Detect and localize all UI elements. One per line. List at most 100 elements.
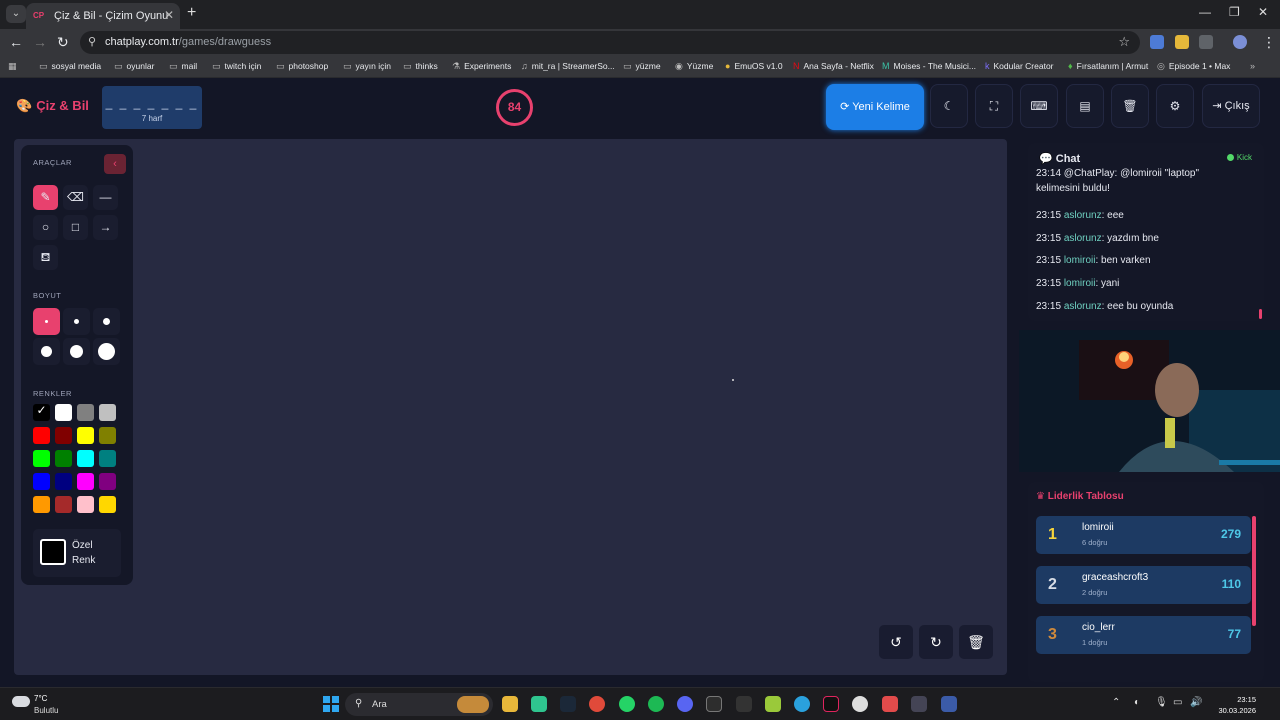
bookmark-item[interactable]: ▭ yüzme bbox=[623, 61, 661, 72]
system-clock[interactable]: 23:15 30.03.2026 bbox=[1206, 694, 1256, 716]
bookmark-item[interactable]: ♦ Fırsatlanım | Armut bbox=[1068, 61, 1148, 71]
color-swatch[interactable] bbox=[77, 496, 94, 513]
color-swatch[interactable] bbox=[55, 473, 72, 490]
settings-button[interactable]: ⚙ bbox=[1156, 84, 1194, 128]
size-option-5[interactable] bbox=[63, 338, 90, 365]
color-swatch[interactable]: ✓ bbox=[33, 403, 50, 421]
color-swatch[interactable] bbox=[55, 450, 72, 467]
app-icon[interactable] bbox=[765, 696, 781, 712]
tray-app-icon[interactable]: ◐ bbox=[1134, 697, 1140, 708]
extensions-puzzle-icon[interactable] bbox=[1199, 35, 1213, 49]
pen-tool[interactable]: ✎ bbox=[33, 185, 58, 210]
bookmark-item[interactable]: ◉ Yüzme bbox=[675, 61, 713, 72]
color-swatch[interactable] bbox=[99, 473, 116, 490]
redo-button[interactable]: ↻ bbox=[919, 625, 953, 659]
bookmark-item[interactable]: ▭ sosyal media bbox=[39, 61, 101, 72]
color-swatch[interactable] bbox=[55, 427, 72, 444]
archive-button[interactable]: ▤ bbox=[1066, 84, 1104, 128]
url-text[interactable]: chatplay.com.tr/games/drawguess bbox=[105, 36, 271, 48]
tab-search-button[interactable]: ⌄ bbox=[6, 5, 26, 23]
apps-grid-icon[interactable]: ▦ bbox=[8, 61, 21, 72]
color-swatch[interactable] bbox=[99, 427, 116, 444]
minimize-icon[interactable]: — bbox=[1199, 5, 1211, 19]
chrome-icon[interactable] bbox=[589, 696, 605, 712]
forward-icon[interactable]: → bbox=[33, 34, 47, 50]
extension-icon[interactable] bbox=[1175, 35, 1189, 49]
bookmark-item[interactable]: ◎ Episode 1 • Max bbox=[1157, 61, 1230, 72]
bookmark-item[interactable]: ▭ thinks bbox=[403, 61, 438, 72]
color-swatch[interactable] bbox=[77, 450, 94, 467]
app-icon[interactable] bbox=[882, 696, 898, 712]
bookmark-item[interactable]: ▭ twitch için bbox=[212, 61, 261, 72]
discord-icon[interactable] bbox=[677, 696, 693, 712]
windows-start-icon[interactable] bbox=[323, 696, 339, 712]
tiktok-icon[interactable] bbox=[823, 696, 839, 712]
taskbar-search[interactable]: ⚲ Ara bbox=[345, 693, 493, 716]
keyboard-button[interactable]: ⌨ bbox=[1020, 84, 1058, 128]
calculator-icon[interactable] bbox=[941, 696, 957, 712]
menu-dots-icon[interactable]: ⋮ bbox=[1262, 34, 1276, 51]
exit-button[interactable]: ⇥ Çıkış bbox=[1202, 84, 1260, 128]
tray-overflow-icon[interactable]: ⌃ bbox=[1112, 697, 1120, 708]
bookmark-item[interactable]: ⚗ Experiments bbox=[452, 61, 511, 72]
telegram-icon[interactable] bbox=[794, 696, 810, 712]
color-swatch[interactable] bbox=[55, 404, 72, 421]
color-swatch[interactable] bbox=[33, 450, 50, 467]
collapse-panel-button[interactable]: ‹ bbox=[104, 154, 126, 174]
color-swatch[interactable] bbox=[77, 404, 94, 421]
bookmark-item[interactable]: N Ana Sayfa - Netflix bbox=[793, 61, 874, 71]
steam-icon[interactable] bbox=[560, 696, 576, 712]
color-swatch[interactable] bbox=[77, 427, 94, 444]
app-icon[interactable] bbox=[852, 696, 868, 712]
custom-color-button[interactable]: Özel Renk bbox=[33, 529, 121, 577]
file-explorer-icon[interactable] bbox=[502, 696, 518, 712]
chat-scrollbar[interactable] bbox=[1259, 309, 1262, 319]
drawing-canvas[interactable] bbox=[14, 139, 1007, 675]
bookmark-item[interactable]: ♫ mit_ra | StreamerSo... bbox=[521, 61, 615, 71]
bookmark-star-icon[interactable]: ☆ bbox=[1118, 34, 1130, 50]
volume-icon[interactable]: 🔊 bbox=[1190, 697, 1202, 708]
color-swatch[interactable] bbox=[99, 496, 116, 513]
bookmarks-overflow-icon[interactable]: » bbox=[1250, 61, 1259, 71]
app-icon[interactable] bbox=[911, 696, 927, 712]
size-option-3[interactable] bbox=[93, 308, 120, 335]
rectangle-tool[interactable]: □ bbox=[63, 215, 88, 240]
close-window-icon[interactable]: ✕ bbox=[1258, 5, 1268, 19]
color-swatch[interactable] bbox=[99, 450, 116, 467]
capcut-icon[interactable] bbox=[706, 696, 722, 712]
line-tool[interactable]: — bbox=[93, 185, 118, 210]
size-option-2[interactable] bbox=[63, 308, 90, 335]
microphone-icon[interactable]: 🎙 bbox=[1155, 697, 1168, 708]
color-swatch[interactable] bbox=[99, 404, 116, 421]
app-icon[interactable] bbox=[531, 696, 547, 712]
bookmark-item[interactable]: M Moises - The Musici... bbox=[882, 61, 976, 71]
color-swatch[interactable] bbox=[33, 473, 50, 490]
fullscreen-button[interactable]: ⛶ bbox=[975, 84, 1013, 128]
clear-canvas-button[interactable]: 🗑 bbox=[959, 625, 993, 659]
eraser-tool[interactable]: ⌫ bbox=[63, 185, 88, 210]
network-icon[interactable]: ▭ bbox=[1173, 697, 1182, 708]
browser-tab-active[interactable]: CP Çiz & Bil - Çizim Oyunu ✕ bbox=[26, 3, 180, 29]
clear-button[interactable]: 🗑 bbox=[1111, 84, 1149, 128]
site-info-icon[interactable]: ⚲ bbox=[88, 35, 96, 48]
whatsapp-icon[interactable] bbox=[619, 696, 635, 712]
bookmark-item[interactable]: ▭ yayın için bbox=[343, 61, 391, 72]
new-word-button[interactable]: ⟳ Yeni Kelime bbox=[826, 84, 924, 130]
color-swatch[interactable] bbox=[33, 496, 50, 513]
size-option-1[interactable] bbox=[33, 308, 60, 335]
dark-mode-button[interactable]: ☾ bbox=[930, 84, 968, 128]
bookmark-item[interactable]: ▭ mail bbox=[169, 61, 197, 72]
omnibox[interactable]: ⚲ chatplay.com.tr/games/drawguess ☆ bbox=[80, 31, 1140, 54]
bookmark-item[interactable]: ▭ photoshop bbox=[276, 61, 328, 72]
size-option-4[interactable] bbox=[33, 338, 60, 365]
undo-button[interactable]: ↺ bbox=[879, 625, 913, 659]
spotify-icon[interactable] bbox=[648, 696, 664, 712]
arrow-tool[interactable]: → bbox=[93, 215, 118, 240]
back-icon[interactable]: ← bbox=[9, 34, 23, 50]
epic-games-icon[interactable] bbox=[736, 696, 752, 712]
color-swatch[interactable] bbox=[55, 496, 72, 513]
close-tab-icon[interactable]: ✕ bbox=[164, 8, 174, 22]
fill-tool[interactable]: ⛾ bbox=[33, 245, 58, 270]
new-tab-button[interactable]: + bbox=[187, 4, 196, 22]
bookmark-item[interactable]: ● EmuOS v1.0 bbox=[725, 61, 783, 71]
